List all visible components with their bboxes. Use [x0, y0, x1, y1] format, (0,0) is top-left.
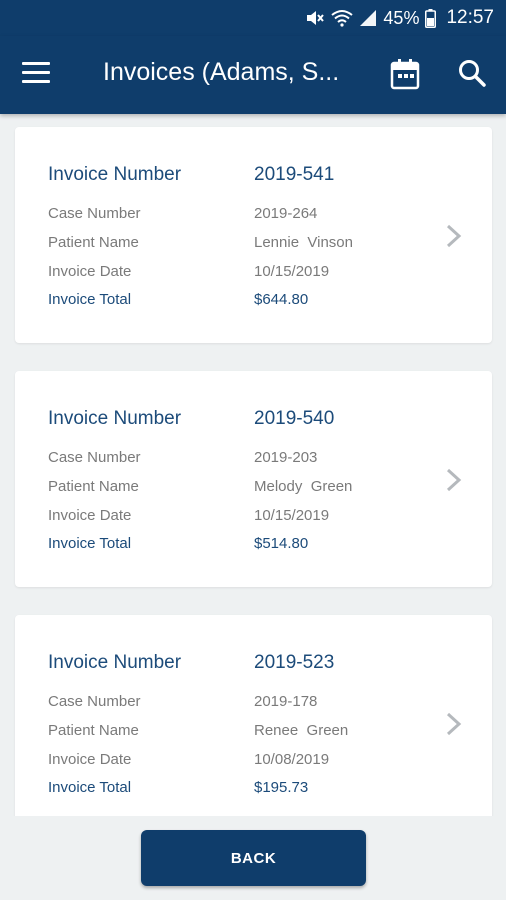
invoice-number-value: 2019-540	[254, 408, 335, 429]
bottom-bar: BACK	[0, 816, 506, 900]
patient-name-row: Patient Name Melody Green	[48, 478, 448, 495]
invoice-total-row: Invoice Total $195.73	[48, 779, 448, 796]
app-bar: Invoices (Adams, S...	[0, 36, 506, 114]
invoice-total-value: $644.80	[254, 291, 309, 308]
patient-name-row: Patient Name Renee Green	[48, 722, 448, 739]
invoice-card[interactable]: Invoice Number 2019-523 Case Number 2019…	[15, 615, 492, 816]
patient-name-value: Renee Green	[254, 722, 349, 739]
menu-icon[interactable]	[22, 62, 52, 88]
case-number-row: Case Number 2019-203	[48, 449, 448, 466]
invoice-date-value: 10/15/2019	[254, 263, 330, 280]
patient-name-row: Patient Name Lennie Vinson	[48, 234, 448, 251]
invoice-date-row: Invoice Date 10/08/2019	[48, 751, 448, 768]
invoice-number-label: Invoice Number	[48, 408, 182, 429]
invoice-date-value: 10/15/2019	[254, 507, 330, 524]
invoice-total-value: $514.80	[254, 535, 309, 552]
page-title: Invoices (Adams, S...	[103, 58, 340, 86]
invoice-total-label: Invoice Total	[48, 779, 132, 796]
battery-percent: 45%	[383, 7, 420, 28]
patient-name-label: Patient Name	[48, 722, 139, 739]
invoice-date-row: Invoice Date 10/15/2019	[48, 507, 448, 524]
invoice-number-value: 2019-523	[254, 652, 335, 673]
case-number-value: 2019-178	[254, 693, 318, 710]
invoice-date-row: Invoice Date 10/15/2019	[48, 263, 448, 280]
invoice-card[interactable]: Invoice Number 2019-540 Case Number 2019…	[15, 371, 492, 587]
case-number-row: Case Number 2019-264	[48, 205, 448, 222]
invoice-total-row: Invoice Total $514.80	[48, 535, 448, 552]
invoice-date-label: Invoice Date	[48, 751, 132, 768]
invoice-number-row: Invoice Number 2019-523	[48, 652, 448, 674]
case-number-label: Case Number	[48, 693, 141, 710]
case-number-label: Case Number	[48, 205, 141, 222]
invoice-date-label: Invoice Date	[48, 507, 132, 524]
signal-icon	[359, 9, 377, 27]
invoice-total-label: Invoice Total	[48, 291, 132, 308]
back-button[interactable]: BACK	[141, 830, 366, 886]
invoice-number-row: Invoice Number 2019-541	[48, 164, 448, 186]
case-number-value: 2019-264	[254, 205, 318, 222]
invoice-list[interactable]: Invoice Number 2019-541 Case Number 2019…	[0, 114, 506, 816]
invoice-number-row: Invoice Number 2019-540	[48, 408, 448, 430]
chevron-right-icon[interactable]	[443, 711, 465, 737]
invoice-date-label: Invoice Date	[48, 263, 132, 280]
status-bar: 45% 12:57	[0, 0, 506, 36]
chevron-right-icon[interactable]	[443, 223, 465, 249]
invoice-total-row: Invoice Total $644.80	[48, 291, 448, 308]
patient-name-label: Patient Name	[48, 234, 139, 251]
calendar-icon[interactable]	[390, 58, 422, 90]
patient-name-label: Patient Name	[48, 478, 139, 495]
invoice-number-label: Invoice Number	[48, 164, 182, 185]
wifi-icon	[331, 9, 354, 27]
case-number-value: 2019-203	[254, 449, 318, 466]
patient-name-value: Melody Green	[254, 478, 353, 495]
invoice-number-value: 2019-541	[254, 164, 335, 185]
clock: 12:57	[446, 7, 494, 28]
chevron-right-icon[interactable]	[443, 467, 465, 493]
invoice-total-label: Invoice Total	[48, 535, 132, 552]
invoice-date-value: 10/08/2019	[254, 751, 330, 768]
mute-icon	[305, 9, 325, 27]
case-number-row: Case Number 2019-178	[48, 693, 448, 710]
invoice-card[interactable]: Invoice Number 2019-541 Case Number 2019…	[15, 127, 492, 343]
battery-icon	[425, 8, 437, 28]
case-number-label: Case Number	[48, 449, 141, 466]
invoice-number-label: Invoice Number	[48, 652, 182, 673]
patient-name-value: Lennie Vinson	[254, 234, 353, 251]
search-icon[interactable]	[457, 58, 489, 90]
invoice-total-value: $195.73	[254, 779, 309, 796]
